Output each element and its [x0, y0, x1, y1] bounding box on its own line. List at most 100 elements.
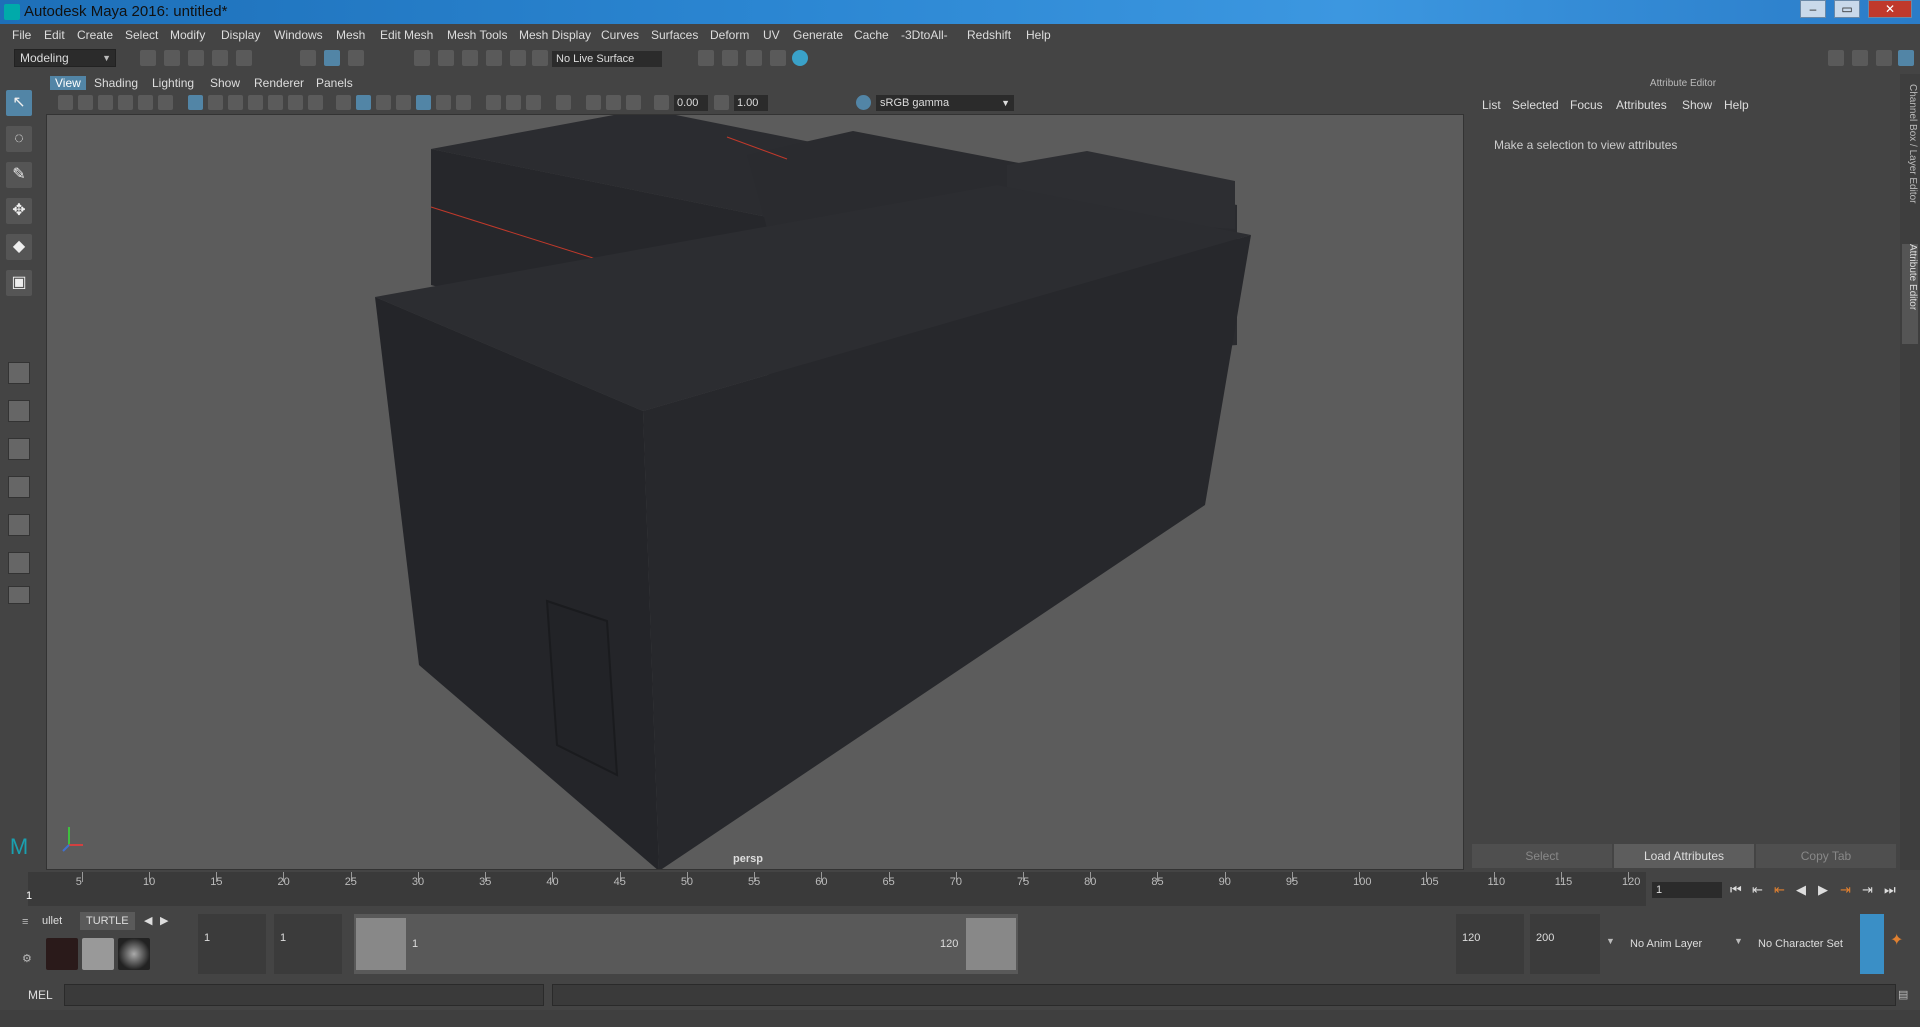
shelf-tab-bullet[interactable]: ullet [36, 912, 68, 930]
turtle-material-icon[interactable] [118, 938, 150, 970]
anim-layer-arrow-icon[interactable]: ▼ [1734, 936, 1743, 946]
shelf-menu-icon[interactable]: ≡ [22, 916, 28, 928]
color-management-icon[interactable] [856, 95, 871, 110]
playback-start-field[interactable]: 1 [274, 914, 342, 974]
camera-attributes-icon[interactable] [78, 95, 93, 110]
attribute-editor-tab[interactable]: Attribute Editor [1902, 244, 1918, 344]
render-view-icon[interactable] [698, 50, 714, 66]
shelf-tab-turtle[interactable]: TURTLE [80, 912, 135, 930]
render-settings-icon[interactable] [770, 50, 786, 66]
menu-uv[interactable]: UV [763, 28, 780, 42]
hypershade-icon[interactable] [792, 50, 808, 66]
live-surface-field[interactable]: No Live Surface [552, 51, 662, 67]
command-language-label[interactable]: MEL [28, 988, 53, 1002]
channel-box-tab[interactable]: Channel Box / Layer Editor [1902, 84, 1918, 234]
menu-create[interactable]: Create [77, 28, 113, 42]
animation-end-field[interactable]: 200 [1530, 914, 1600, 974]
go-to-start-icon[interactable]: ⏮ [1730, 882, 1742, 898]
undo-icon[interactable] [212, 50, 228, 66]
field-chart-icon[interactable] [268, 95, 283, 110]
menu-mesh-tools[interactable]: Mesh Tools [447, 28, 507, 42]
menu-modify[interactable]: Modify [170, 28, 205, 42]
ae-menu-help[interactable]: Help [1724, 98, 1749, 112]
film-gate-icon[interactable] [208, 95, 223, 110]
ae-menu-focus[interactable]: Focus [1570, 98, 1603, 112]
menu-generate[interactable]: Generate [793, 28, 843, 42]
shelf-prev-icon[interactable]: ◀ [144, 914, 152, 927]
xray-active-components-icon[interactable] [606, 95, 621, 110]
minimize-button[interactable]: – [1800, 0, 1826, 18]
isolate-select-icon[interactable] [556, 95, 571, 110]
screen-space-ao-icon[interactable] [486, 95, 501, 110]
persp-outliner-layout-icon[interactable] [8, 438, 30, 460]
xray-joints-icon[interactable] [626, 95, 641, 110]
menu-mesh[interactable]: Mesh [336, 28, 365, 42]
perspective-viewport[interactable]: persp [46, 114, 1464, 870]
step-forward-key-icon[interactable]: ⇥ [1840, 882, 1851, 898]
menu-mesh-display[interactable]: Mesh Display [519, 28, 591, 42]
four-view-layout-icon[interactable] [8, 400, 30, 422]
camera-select-icon[interactable] [58, 95, 73, 110]
menu-file[interactable]: File [12, 28, 31, 42]
new-scene-icon[interactable] [140, 50, 156, 66]
gamma-icon[interactable] [714, 95, 729, 110]
channel-box-toggle-icon[interactable] [1898, 50, 1914, 66]
shelf-next-icon[interactable]: ▶ [160, 914, 168, 927]
step-forward-frame-icon[interactable]: ⇥ [1862, 882, 1873, 898]
play-forwards-icon[interactable]: ▶ [1818, 882, 1828, 898]
view-transform-dropdown[interactable]: sRGB gamma [876, 95, 1014, 111]
ae-menu-list[interactable]: List [1482, 98, 1501, 112]
step-back-key-icon[interactable]: ⇤ [1774, 882, 1785, 898]
menu-select[interactable]: Select [125, 28, 158, 42]
close-button[interactable]: ✕ [1868, 0, 1912, 18]
motion-blur-icon[interactable] [506, 95, 521, 110]
menu-windows[interactable]: Windows [274, 28, 323, 42]
auto-key-icon[interactable] [1860, 914, 1884, 974]
playback-end-field[interactable]: 120 [1456, 914, 1524, 974]
snap-surface-icon[interactable] [510, 50, 526, 66]
rotate-tool-icon[interactable]: ◆ [6, 234, 32, 260]
time-slider[interactable]: 1 5 10 15 20 25 30 35 40 45 50 55 60 65 70 75 80 85 90 95 1… [26, 872, 1646, 906]
go-to-end-icon[interactable]: ⏭ [1884, 882, 1896, 898]
command-input[interactable] [64, 984, 544, 1006]
save-scene-icon[interactable] [188, 50, 204, 66]
menu-edit[interactable]: Edit [44, 28, 65, 42]
script-editor-icon[interactable]: ▤ [1898, 988, 1908, 1001]
scale-tool-icon[interactable]: ▣ [6, 270, 32, 296]
ipr-render-icon[interactable] [746, 50, 762, 66]
exposure-field[interactable]: 0.00 [674, 95, 708, 111]
default-material-icon[interactable] [376, 95, 391, 110]
ae-menu-show[interactable]: Show [1682, 98, 1712, 112]
menu-cache[interactable]: Cache [854, 28, 889, 42]
layout-options-icon[interactable] [8, 586, 30, 604]
animation-start-field[interactable]: 1 [198, 914, 266, 974]
menu-curves[interactable]: Curves [601, 28, 639, 42]
maximize-button[interactable]: ▭ [1834, 0, 1860, 18]
persp-hypershade-layout-icon[interactable] [8, 514, 30, 536]
current-frame-field[interactable]: 1 [1652, 882, 1722, 898]
menu-set-dropdown[interactable]: Modeling [14, 49, 116, 67]
character-set-dropdown[interactable]: No Character Set [1752, 914, 1858, 974]
ae-menu-selected[interactable]: Selected [1512, 98, 1559, 112]
safe-action-icon[interactable] [288, 95, 303, 110]
paint-select-tool-icon[interactable]: ✎ [6, 162, 32, 188]
menu-deform[interactable]: Deform [710, 28, 749, 42]
lasso-tool-icon[interactable]: ◌ [6, 126, 32, 152]
use-all-lights-icon[interactable] [436, 95, 451, 110]
modeling-toolkit-icon[interactable] [1828, 50, 1844, 66]
bookmark-icon[interactable] [98, 95, 113, 110]
xray-icon[interactable] [586, 95, 601, 110]
make-live-icon[interactable] [532, 50, 548, 66]
ae-load-attributes-button[interactable]: Load Attributes [1614, 844, 1754, 868]
two-d-pan-zoom-icon[interactable] [138, 95, 153, 110]
range-slider[interactable]: 1 120 [354, 914, 1018, 974]
wireframe-icon[interactable] [336, 95, 351, 110]
menu-3dtoall[interactable]: -3DtoAll- [901, 28, 948, 42]
range-start-handle[interactable] [356, 918, 406, 970]
persp-graph-layout-icon[interactable] [8, 476, 30, 498]
viewport-menu-show[interactable]: Show [210, 76, 240, 90]
menu-redshift[interactable]: Redshift [967, 28, 1011, 42]
exposure-icon[interactable] [654, 95, 669, 110]
viewport-menu-panels[interactable]: Panels [316, 76, 353, 90]
viewport-menu-shading[interactable]: Shading [94, 76, 138, 90]
